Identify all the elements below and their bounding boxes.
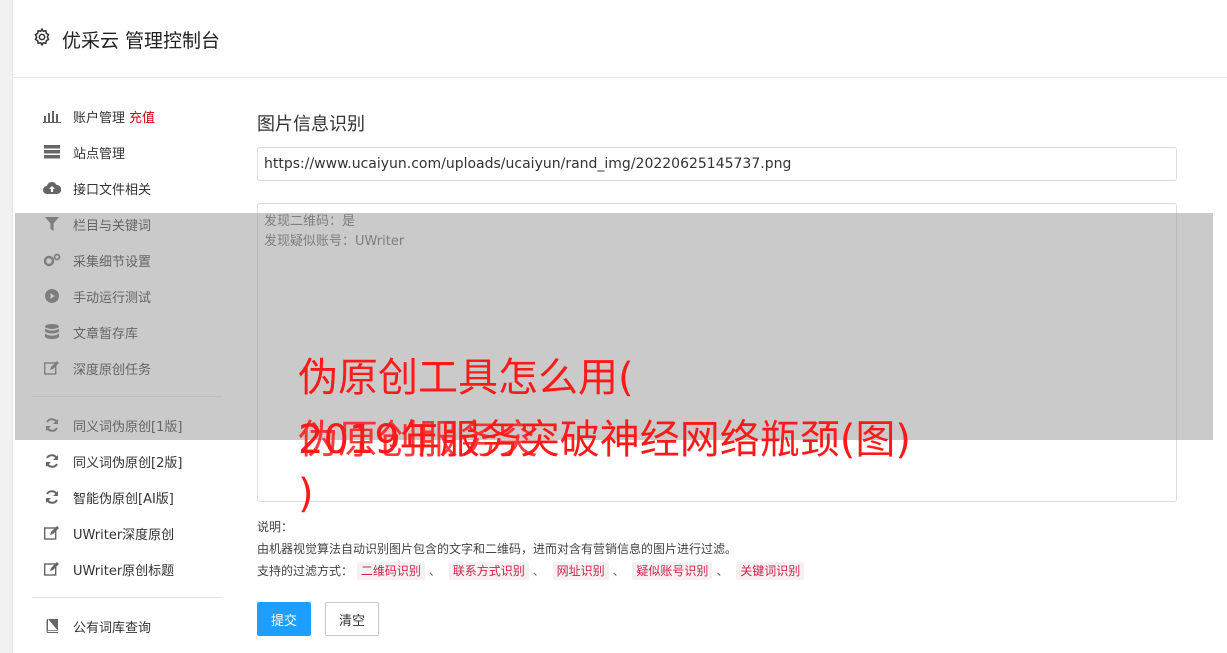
recharge-link[interactable]: 充值 <box>129 111 155 126</box>
overlay-title-line2-overlap: 伪原创服务突 <box>298 417 538 463</box>
sidebar-item-label: UWriter原创标题 <box>73 563 175 579</box>
sidebar-item-uwriter-title[interactable]: UWriter原创标题 <box>12 551 222 587</box>
description-block: 说明： 由机器视觉算法自动识别图片包含的文字和二维码，进而对含有营销信息的图片进… <box>257 516 808 582</box>
watermark-overlay <box>15 213 1213 440</box>
sidebar-item-synonym-v2[interactable]: 同义词伪原创[2版] <box>12 443 222 479</box>
clear-button[interactable]: 清空 <box>325 602 379 636</box>
filter-tag: 联系方式识别 <box>448 562 529 580</box>
filter-tag: 二维码识别 <box>356 562 425 580</box>
sidebar-item-sites[interactable]: 站点管理 <box>12 134 222 170</box>
sidebar-item-ai-rewrite[interactable]: 智能伪原创[AI版] <box>12 479 222 515</box>
sidebar-item-label: UWriter深度原创 <box>73 527 175 543</box>
filter-tag: 疑似账号识别 <box>632 562 713 580</box>
sidebar-item-label: 公有词库查询 <box>73 620 152 636</box>
edit-icon <box>43 525 61 541</box>
book-icon <box>43 618 61 634</box>
description-label: 说明： <box>257 520 294 534</box>
sidebar-item-label: 账户管理 充值 <box>73 110 156 126</box>
app-header: 优采云 管理控制台 <box>12 0 1227 78</box>
page-title: 图片信息识别 <box>257 114 365 135</box>
sidebar-item-interface-files[interactable]: 接口文件相关 <box>12 170 222 206</box>
filter-label: 支持的过滤方式： <box>257 564 354 578</box>
sidebar-divider <box>32 597 222 598</box>
refresh-icon <box>43 489 61 505</box>
submit-button[interactable]: 提交 <box>257 602 311 636</box>
sidebar-item-label: 站点管理 <box>73 146 126 162</box>
refresh-icon <box>43 453 61 469</box>
bar-chart-icon <box>43 108 61 124</box>
app-title: 优采云 管理控制台 <box>62 30 221 52</box>
sidebar-item-public-dictionary[interactable]: 公有词库查询 <box>12 608 222 644</box>
overlay-title-line3: ) <box>298 471 314 517</box>
sidebar-item-uwriter-deep[interactable]: UWriter深度原创 <box>12 515 222 551</box>
gear-icon <box>34 27 50 47</box>
cloud-upload-icon <box>43 180 61 196</box>
sidebar-item-label: 同义词伪原创[2版] <box>73 455 183 471</box>
sidebar-item-label: 智能伪原创[AI版] <box>73 491 174 507</box>
filter-tag: 关键词识别 <box>736 562 805 580</box>
image-url-input[interactable] <box>257 147 1177 181</box>
server-icon <box>43 144 61 160</box>
sidebar-item-label: 接口文件相关 <box>73 182 152 198</box>
sidebar-item-account[interactable]: 账户管理 充值 <box>12 98 222 134</box>
overlay-title-line1: 伪原创工具怎么用( <box>298 355 634 401</box>
filter-methods: 支持的过滤方式： 二维码识别、 联系方式识别、 网址识别、 疑似账号识别、 关键… <box>257 560 808 582</box>
description-text: 由机器视觉算法自动识别图片包含的文字和二维码，进而对含有营销信息的图片进行过滤。 <box>257 542 738 556</box>
edit-icon <box>43 561 61 577</box>
filter-tag: 网址识别 <box>552 562 609 580</box>
